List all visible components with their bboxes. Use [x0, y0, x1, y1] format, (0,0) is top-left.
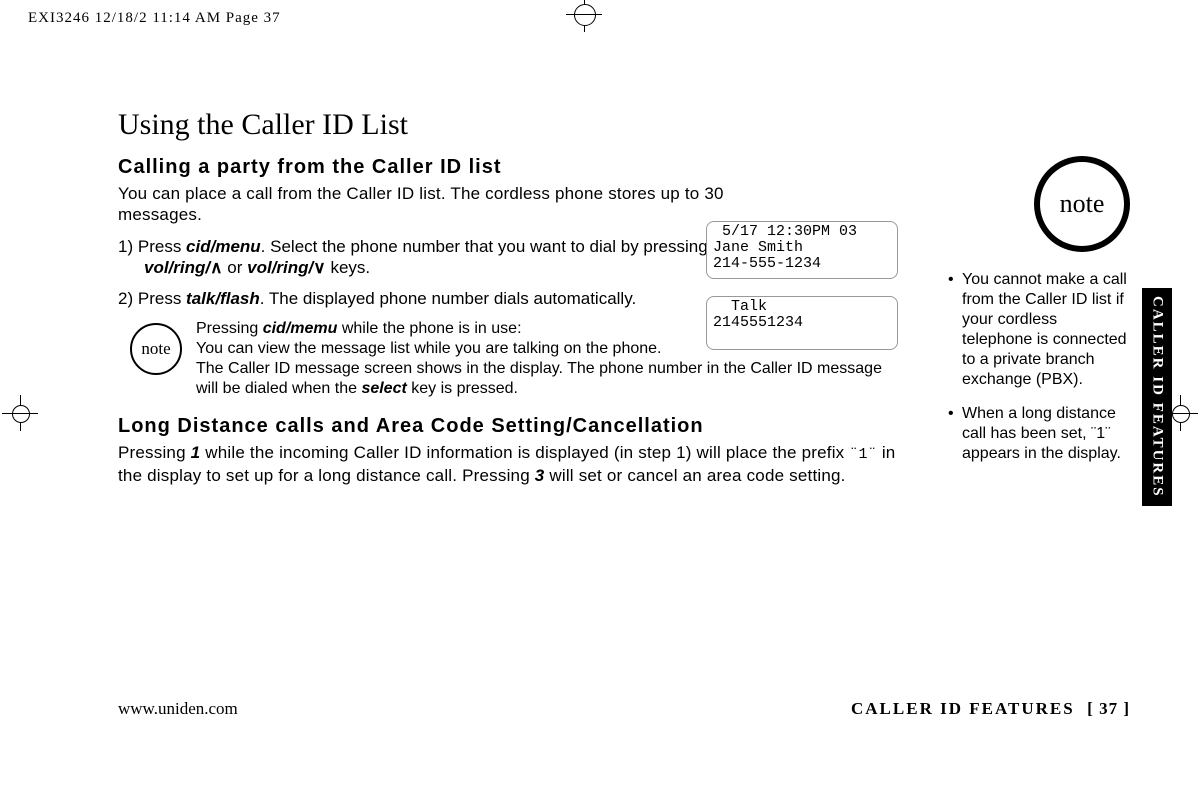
lcd-display-2: Talk 2145551234 — [706, 296, 898, 350]
chapter-tab: CALLER ID FEATURES — [1142, 288, 1172, 506]
crop-mark-icon — [2, 395, 38, 431]
section-heading: Calling a party from the Caller ID list — [118, 156, 898, 179]
manual-page: EXI3246 12/18/2 11:14 AM Page 37 CALLER … — [0, 0, 1200, 811]
margin-note: note •You cannot make a call from the Ca… — [948, 156, 1130, 478]
crop-mark-icon — [566, 0, 602, 32]
main-content: Using the Caller ID List Calling a party… — [118, 108, 898, 496]
chevron-down-icon: ∨ — [313, 258, 325, 277]
section-body: Pressing 1 while the incoming Caller ID … — [118, 442, 898, 486]
page-title: Using the Caller ID List — [118, 108, 898, 142]
intro-text: You can place a call from the Caller ID … — [118, 183, 798, 226]
note-icon: note — [1034, 156, 1130, 252]
margin-note-item: •You cannot make a call from the Caller … — [948, 270, 1130, 390]
footer-url: www.uniden.com — [118, 699, 238, 719]
step-1: 1) Press cid/menu. Select the phone numb… — [118, 236, 714, 279]
step-2: 2) Press talk/flash. The displayed phone… — [118, 288, 714, 309]
print-slug: EXI3246 12/18/2 11:14 AM Page 37 — [28, 10, 281, 27]
footer-section: CALLER ID FEATURES [ 37 ] — [851, 699, 1130, 719]
chevron-up-icon: ∧ — [210, 258, 222, 277]
note-icon: note — [130, 323, 182, 375]
margin-note-item: •When a long distance call has been set,… — [948, 404, 1130, 464]
lcd-display-1: 5/17 12:30PM 03 Jane Smith 214-555-1234 — [706, 221, 898, 279]
section-heading: Long Distance calls and Area Code Settin… — [118, 415, 898, 438]
